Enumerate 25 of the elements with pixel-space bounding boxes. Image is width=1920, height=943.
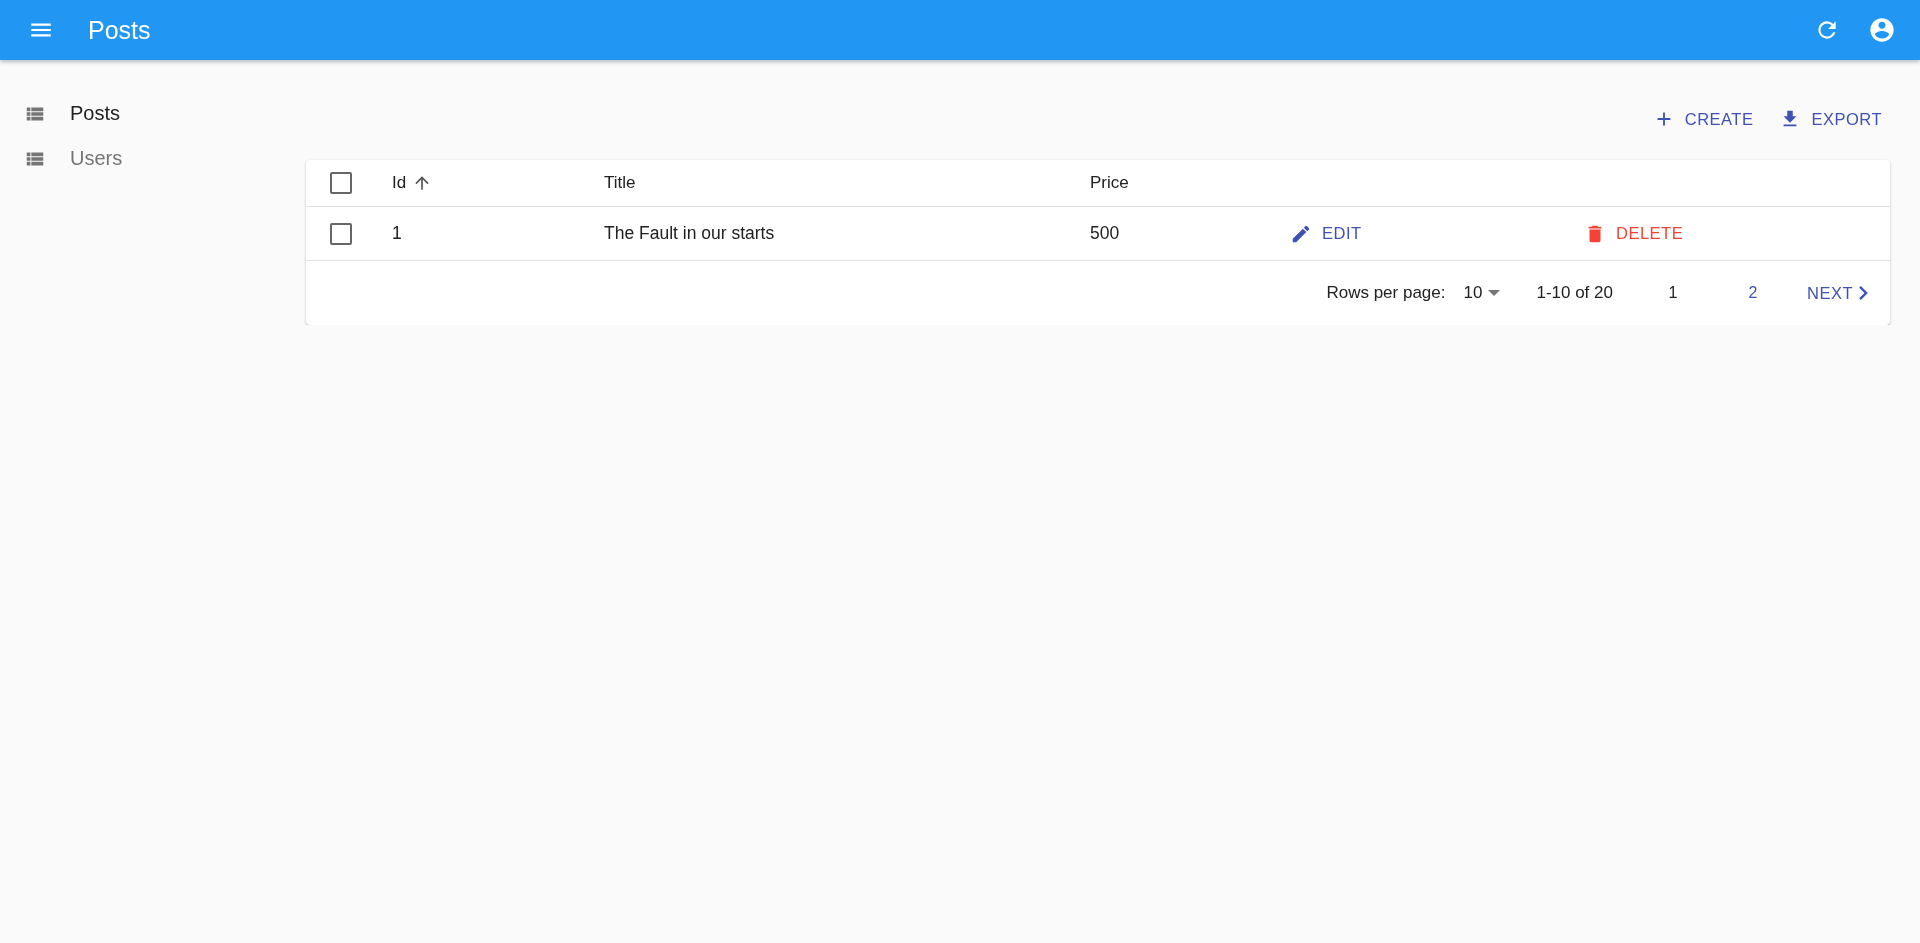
select-all-checkbox[interactable] xyxy=(330,172,352,194)
app-title: Posts xyxy=(88,15,152,45)
account-button[interactable] xyxy=(1868,16,1896,44)
caret-icon xyxy=(1488,290,1501,296)
chevron-right-icon xyxy=(1859,286,1868,300)
table-cell: 1 xyxy=(392,223,402,244)
next-button[interactable]: NEXT xyxy=(1799,277,1876,309)
row-checkbox[interactable] xyxy=(330,222,352,245)
page-button[interactable]: 1 xyxy=(1633,275,1713,311)
delete-button[interactable]: DELETE xyxy=(1584,216,1684,251)
account-icon xyxy=(1868,16,1896,44)
sidebar-item[interactable]: Users xyxy=(0,136,123,181)
rows-per-page-label: Rows per page: xyxy=(1326,283,1446,303)
table-cell: The Fault in our starts xyxy=(604,223,775,244)
column-header[interactable]: Id xyxy=(392,173,433,193)
rows-per-page-select[interactable]: 10 xyxy=(1463,283,1501,303)
column-header[interactable]: Title xyxy=(604,173,636,193)
page-button[interactable]: 2 xyxy=(1713,275,1793,311)
column-header[interactable]: Price xyxy=(1090,173,1129,193)
page-range: 1-10 of 20 xyxy=(1536,283,1613,303)
edit-button[interactable]: EDIT xyxy=(1290,216,1362,251)
export-button[interactable]: EXPORT xyxy=(1771,102,1890,136)
create-button[interactable]: CREATE xyxy=(1644,102,1762,136)
sidebar-item[interactable]: Posts xyxy=(0,91,121,136)
table-cell: 500 xyxy=(1090,223,1120,244)
